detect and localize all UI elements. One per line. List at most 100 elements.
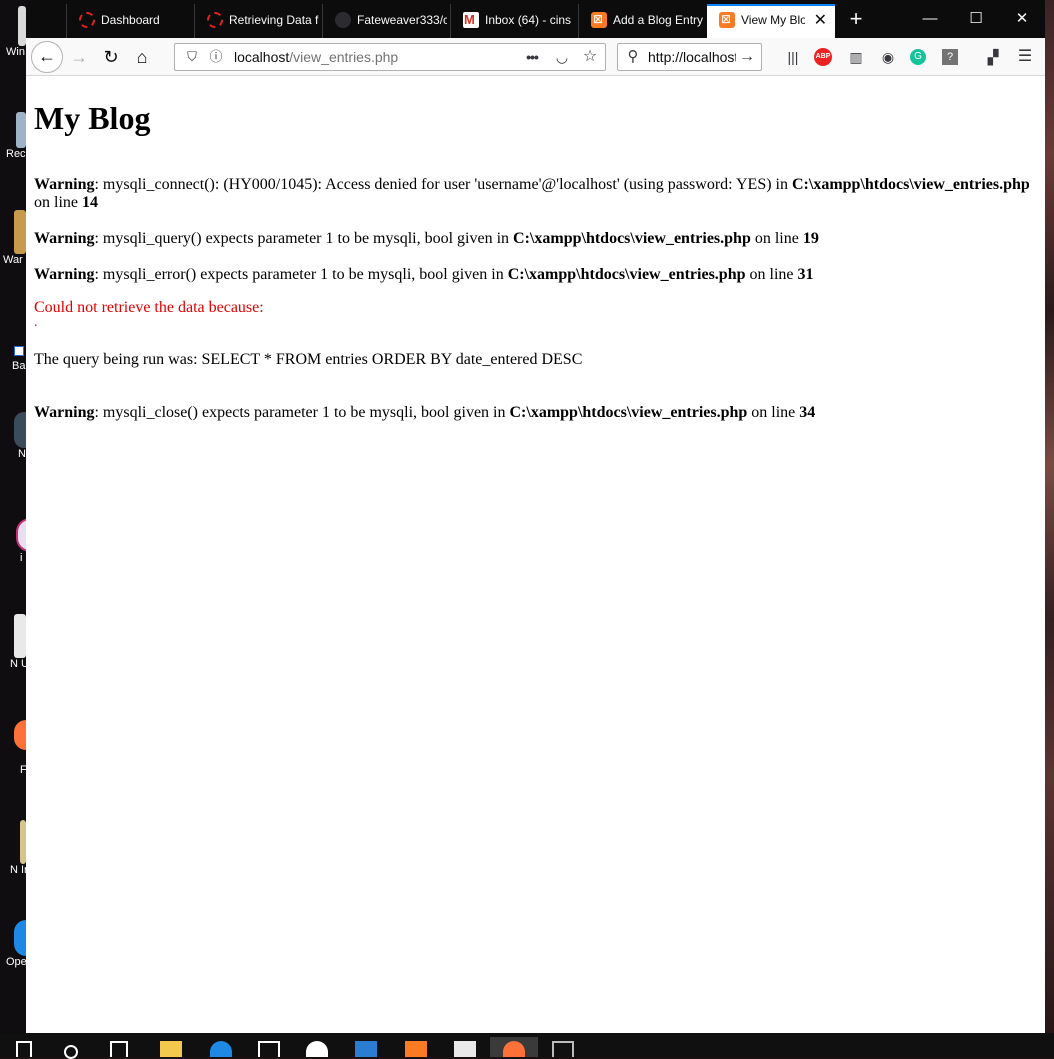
url-text[interactable]: localhost/view_entries.php <box>234 44 398 71</box>
warning-file: C:\xampp\htdocs\view_entries.php <box>507 266 746 283</box>
mail-icon[interactable] <box>306 1041 328 1057</box>
computer-icon <box>18 6 26 46</box>
warning-line-text: on line <box>34 194 82 211</box>
home-button[interactable]: ⌂ <box>127 42 157 72</box>
desktop-icon-ope[interactable]: Ope <box>0 920 26 968</box>
tab-inbox[interactable]: Inbox (64) - cins <box>450 4 578 38</box>
warning-line-number: 31 <box>797 266 814 283</box>
desktop-icon-nuti[interactable]: N Uti <box>0 614 30 670</box>
close-window-button[interactable]: ✕ <box>999 0 1045 38</box>
desktop-icon-label: Win <box>6 46 25 58</box>
notepad-icon[interactable] <box>454 1041 476 1057</box>
recycle-bin-icon <box>16 112 26 148</box>
warning-message: Warning: mysqli_error() expects paramete… <box>34 266 1034 284</box>
tab-dashboard[interactable]: Dashboard <box>66 4 194 38</box>
reload-icon: ↻ <box>103 47 119 67</box>
page-title: My Blog <box>34 100 151 136</box>
desktop-icon-win[interactable]: Win <box>0 6 26 58</box>
xampp-icon <box>591 4 607 36</box>
tab-title: View My Blo <box>741 13 805 28</box>
bookmark-star-icon[interactable]: ☆ <box>579 46 601 68</box>
adblock-icon[interactable]: ABP <box>814 48 832 66</box>
url-bar[interactable]: ⛉ ⓘ localhost/view_entries.php ••• ◡ ☆ <box>174 43 606 71</box>
search-bar[interactable]: ⚲ → <box>617 43 762 71</box>
warning-label: Warning <box>34 230 95 247</box>
warning-line-number: 34 <box>799 404 816 421</box>
warning-line-text: on line <box>750 230 803 247</box>
warning-text: : mysqli_error() expects parameter 1 to … <box>94 266 508 283</box>
arrow-right-icon: → <box>70 47 88 67</box>
reload-button[interactable]: ↻ <box>96 42 126 72</box>
library-icon[interactable]: ||| <box>782 46 804 68</box>
info-icon[interactable]: ⓘ <box>205 46 227 68</box>
warning-line-number: 19 <box>802 230 819 247</box>
taskbar <box>0 1033 1054 1059</box>
extensions-icon[interactable]: ▞ <box>982 46 1004 68</box>
sidebar-icon[interactable]: ▥ <box>845 46 867 68</box>
edge-icon[interactable] <box>210 1041 232 1057</box>
desktop-icon-nse[interactable]: N Se <box>0 412 38 460</box>
menu-icon[interactable]: ☰ <box>1014 46 1036 68</box>
desktop-icon-f[interactable]: F <box>0 720 27 776</box>
desktop-icon-nins[interactable]: N Ins <box>0 820 30 876</box>
page-content: My Blog Warning: mysqli_connect(): (HY00… <box>26 76 1045 1033</box>
warning-label: Warning <box>34 176 95 193</box>
desktop-icon-label: Ope <box>6 956 26 968</box>
firefox-icon <box>14 720 26 750</box>
app-icon <box>14 412 26 448</box>
error-detail: . <box>34 315 38 330</box>
pocket-icon[interactable]: ◡ <box>551 46 573 68</box>
shield-icon[interactable]: ⛉ <box>181 46 203 68</box>
desktop-left-strip: Win Rec War 40,0 Ba N Se i N Uti F N Ins… <box>0 0 38 1033</box>
warning-message: Warning: mysqli_query() expects paramete… <box>34 230 1034 248</box>
warning-line-text: on line <box>745 266 798 283</box>
tab-title: Retrieving Data f <box>229 13 319 28</box>
desktop-icon-ba[interactable]: Ba <box>0 340 26 372</box>
spinner-icon <box>207 11 223 28</box>
app-icon <box>14 210 26 254</box>
warning-label: Warning <box>34 404 95 421</box>
warning-label: Warning <box>34 266 95 283</box>
tab-retrieving-data[interactable]: Retrieving Data f <box>194 4 322 38</box>
new-tab-button[interactable]: + <box>841 4 871 36</box>
xampp-icon[interactable] <box>405 1041 427 1057</box>
tab-title: Add a Blog Entry <box>613 13 703 28</box>
grammarly-icon[interactable]: G <box>910 49 926 65</box>
desktop-icon-recycle[interactable]: Rec <box>0 112 26 160</box>
tab-view-my-blog[interactable]: View My Blo ✕ <box>707 4 835 38</box>
store-icon[interactable] <box>258 1041 280 1057</box>
file-explorer-icon[interactable] <box>160 1041 182 1057</box>
terminal-icon[interactable] <box>552 1041 574 1057</box>
page-actions-icon[interactable]: ••• <box>521 46 543 68</box>
gmail-icon <box>463 4 479 36</box>
warning-file: C:\xampp\htdocs\view_entries.php <box>509 404 748 421</box>
tab-github[interactable]: Fateweaver333/c <box>322 4 450 38</box>
tab-add-blog-entry[interactable]: Add a Blog Entry <box>578 4 706 38</box>
go-arrow-icon[interactable]: → <box>736 46 758 68</box>
task-view-icon[interactable] <box>110 1041 128 1057</box>
url-path: /view_entries.php <box>289 49 399 65</box>
back-button[interactable]: ← <box>31 41 63 73</box>
arrow-left-icon: ← <box>38 46 56 66</box>
close-tab-icon[interactable]: ✕ <box>814 4 827 37</box>
forward-button[interactable]: → <box>64 42 94 72</box>
warning-text: : mysqli_connect(): (HY000/1045): Access… <box>94 176 792 193</box>
warning-message: Warning: mysqli_close() expects paramete… <box>34 404 1034 422</box>
github-icon <box>335 11 351 28</box>
tab-bar: Dashboard Retrieving Data f Fateweaver33… <box>26 0 1045 38</box>
home-icon: ⌂ <box>136 47 148 67</box>
minimize-button[interactable]: — <box>907 0 953 38</box>
desktop-icon-label: Rec <box>6 148 26 160</box>
tab-title: Dashboard <box>101 13 160 28</box>
word-icon[interactable] <box>355 1041 377 1057</box>
search-icon: ⚲ <box>627 48 639 65</box>
tab-title: Inbox (64) - cins <box>485 13 572 28</box>
maximize-button[interactable]: ☐ <box>953 0 999 38</box>
help-extension-icon[interactable]: ? <box>942 49 958 65</box>
search-input[interactable] <box>648 48 736 66</box>
firefox-icon[interactable] <box>503 1041 525 1057</box>
desktop-icon-war[interactable]: War 40,0 <box>0 210 29 266</box>
windows-start-icon[interactable] <box>16 1041 32 1057</box>
desktop-icon-i[interactable]: i <box>0 518 30 564</box>
account-icon[interactable]: ◉ <box>877 46 899 68</box>
